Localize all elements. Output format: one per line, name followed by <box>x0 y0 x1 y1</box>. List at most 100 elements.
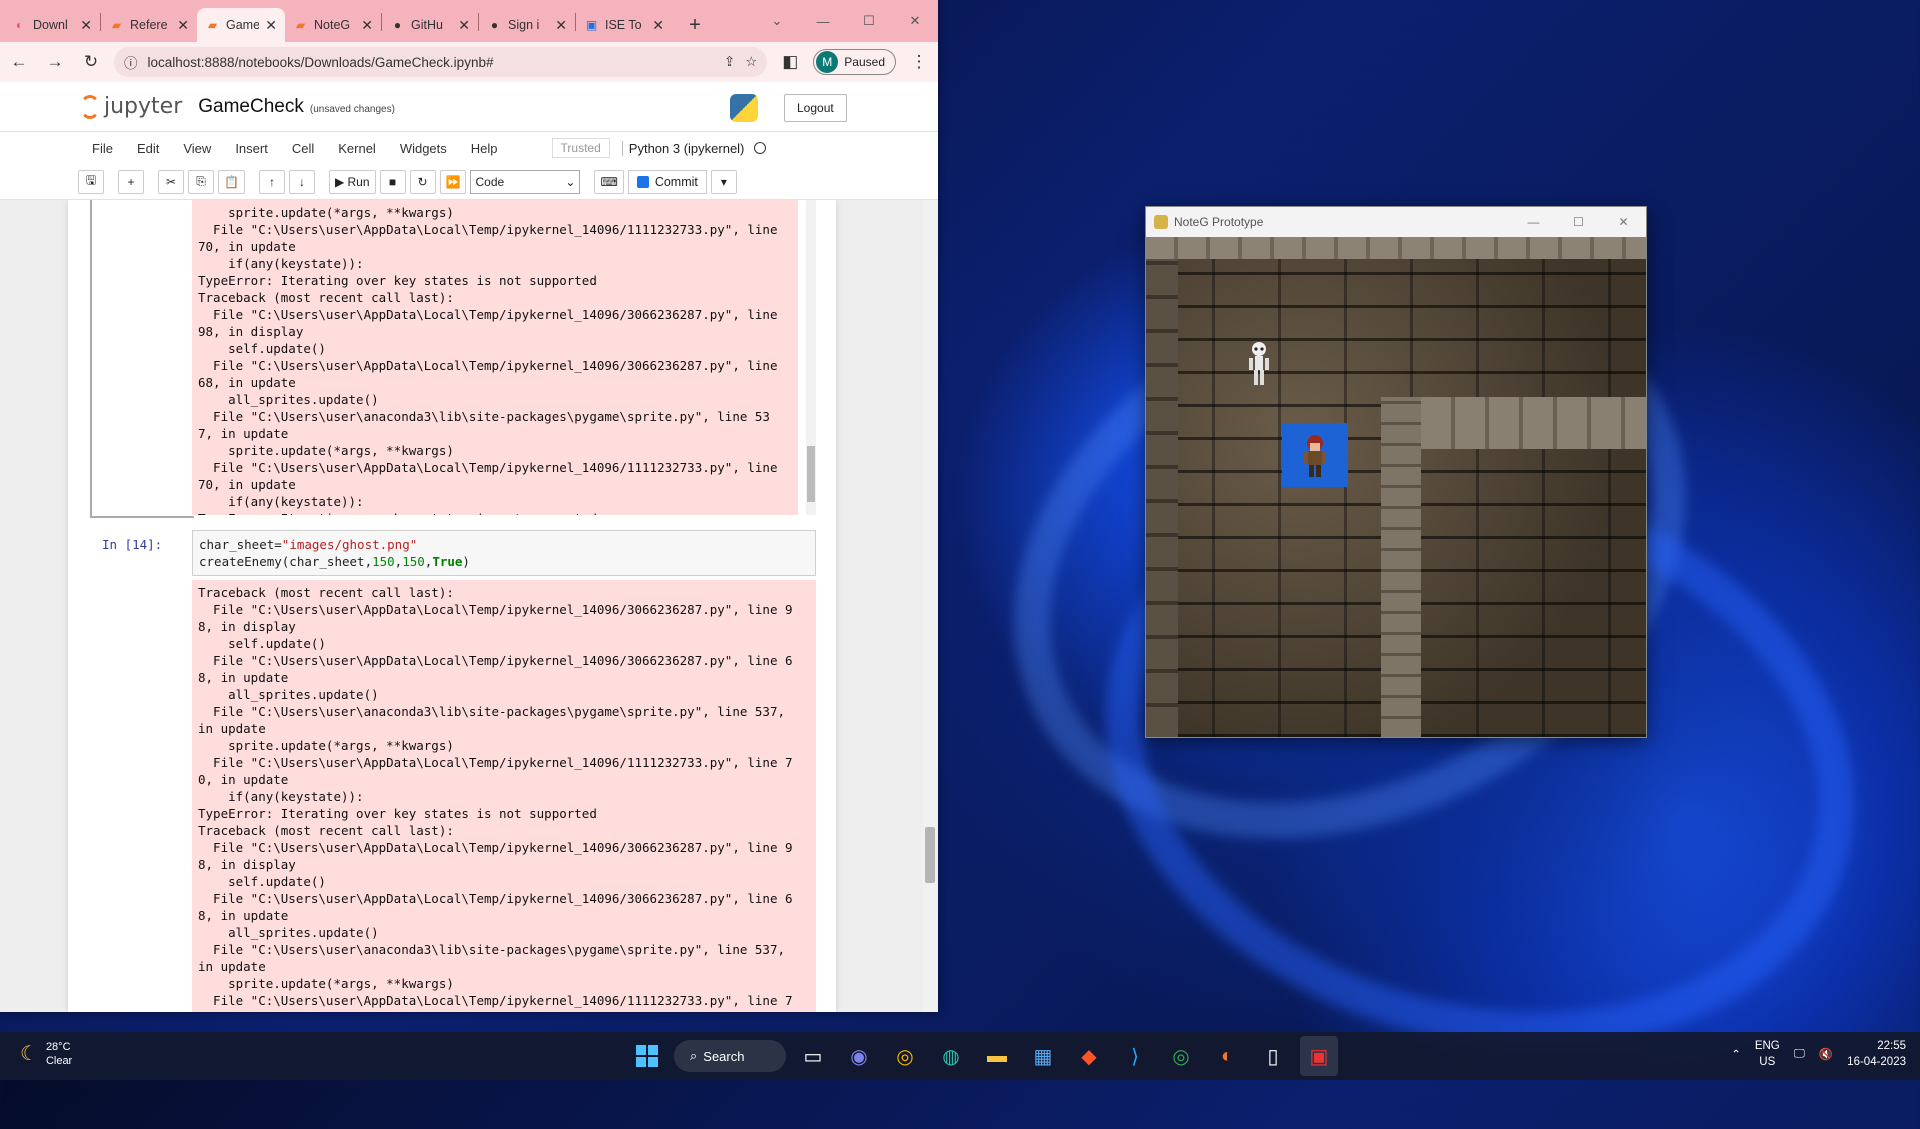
keyboard-icon[interactable]: ⌨ <box>594 169 624 194</box>
close-icon[interactable]: ✕ <box>458 17 470 34</box>
tab-label: NoteG <box>314 18 351 32</box>
game-window: NoteG Prototype — ☐ ✕ <box>1145 206 1647 738</box>
tab-search-icon[interactable]: ⌄ <box>754 0 800 42</box>
stone-wall-left <box>1146 259 1178 737</box>
move-down-icon[interactable]: ↓ <box>288 169 315 194</box>
commit-dropdown-icon[interactable]: ▾ <box>710 169 737 194</box>
teams-chat-icon[interactable]: ◉ <box>840 1036 878 1076</box>
tab-reference[interactable]: ▰ Refere ✕ <box>101 8 197 42</box>
pygame-taskbar-icon[interactable]: ▣ <box>1300 1036 1338 1076</box>
paste-icon[interactable]: 📋 <box>218 169 245 194</box>
url-text[interactable]: localhost:8888/notebooks/Downloads/GameC… <box>148 55 714 70</box>
tab-sign-in[interactable]: ● Sign i ✕ <box>479 8 575 42</box>
back-icon[interactable]: ← <box>6 49 32 75</box>
notebook-name[interactable]: GameCheck <box>198 96 304 118</box>
scrollbar-thumb[interactable] <box>807 446 815 502</box>
tab-github[interactable]: ● GitHu ✕ <box>382 8 478 42</box>
scrollbar-thumb[interactable] <box>925 827 935 883</box>
menu-view[interactable]: View <box>171 132 223 164</box>
side-panel-icon[interactable]: ◧ <box>777 49 803 75</box>
chevron-up-icon[interactable]: ⌃ <box>1731 1047 1741 1061</box>
more-menu-icon[interactable]: ⋮ <box>906 49 932 75</box>
clock[interactable]: 22:55 16-04-2023 <box>1847 1038 1906 1070</box>
chevron-down-icon: ⌄ <box>565 174 576 189</box>
interrupt-icon[interactable]: ■ <box>379 169 406 194</box>
menu-cell[interactable]: Cell <box>280 132 326 164</box>
brave-icon[interactable]: ◆ <box>1070 1036 1108 1076</box>
code-cell-input[interactable]: char_sheet="images/ghost.png" createEnem… <box>192 530 816 576</box>
maximize-icon[interactable]: ☐ <box>1556 207 1601 237</box>
close-window-icon[interactable]: ✕ <box>892 0 938 42</box>
task-view-icon[interactable]: ▭ <box>794 1036 832 1076</box>
address-bar[interactable]: ⓘ localhost:8888/notebooks/Downloads/Gam… <box>114 47 768 77</box>
new-tab-button[interactable]: + <box>680 10 710 40</box>
bookmark-star-icon[interactable]: ☆ <box>745 54 757 70</box>
close-icon[interactable]: ✕ <box>80 17 92 34</box>
start-button[interactable] <box>628 1036 666 1076</box>
menu-insert[interactable]: Insert <box>223 132 280 164</box>
cell-type-select[interactable]: Code ⌄ <box>470 169 581 194</box>
menu-widgets[interactable]: Widgets <box>388 132 459 164</box>
menu-help[interactable]: Help <box>459 132 510 164</box>
chrome-profile-icon[interactable]: ◎ <box>1162 1036 1200 1076</box>
github-icon: ● <box>490 18 499 32</box>
notepad-icon[interactable]: ▯ <box>1254 1036 1292 1076</box>
player-character <box>1304 435 1326 477</box>
menu-edit[interactable]: Edit <box>125 132 171 164</box>
jupyter-logo[interactable]: jupyter <box>80 94 182 119</box>
trusted-badge[interactable]: Trusted <box>551 138 610 158</box>
commit-button[interactable]: Commit <box>627 169 707 194</box>
game-titlebar[interactable]: NoteG Prototype — ☐ ✕ <box>1146 207 1646 237</box>
run-button[interactable]: ▶ Run <box>328 169 376 194</box>
maximize-icon[interactable]: ☐ <box>846 0 892 42</box>
store-icon[interactable]: ▦ <box>1024 1036 1062 1076</box>
close-icon[interactable]: ✕ <box>177 17 189 34</box>
menu-file[interactable]: File <box>80 132 125 164</box>
close-icon[interactable]: ✕ <box>555 17 567 34</box>
commit-icon <box>636 175 649 188</box>
close-icon[interactable]: ✕ <box>1601 207 1646 237</box>
minimize-icon[interactable]: — <box>1511 207 1556 237</box>
info-icon[interactable]: ⓘ <box>124 52 138 72</box>
tab-downloads[interactable]: ◐ Downl ✕ <box>4 8 100 42</box>
game-canvas[interactable] <box>1146 237 1646 737</box>
kernel-status-icon <box>754 142 767 154</box>
window-controls: ⌄ — ☐ ✕ <box>754 0 938 42</box>
game-window-controls: — ☐ ✕ <box>1511 207 1646 237</box>
save-icon[interactable]: 🖫 <box>78 169 104 194</box>
menu-kernel[interactable]: Kernel <box>326 132 388 164</box>
network-icon[interactable]: 🖵 <box>1794 1048 1805 1061</box>
vscode-icon[interactable]: ⟩ <box>1116 1036 1154 1076</box>
copy-icon[interactable]: ⎘ <box>188 169 214 194</box>
move-up-icon[interactable]: ↑ <box>258 169 285 194</box>
profile-button[interactable]: M Paused <box>813 49 896 75</box>
tab-label: Refere <box>130 18 168 32</box>
output-scrollbar[interactable] <box>806 200 816 515</box>
restart-icon[interactable]: ↻ <box>409 169 436 194</box>
reload-icon[interactable]: ↻ <box>78 49 104 75</box>
restart-run-all-icon[interactable]: ⏩ <box>439 169 467 194</box>
logout-button[interactable]: Logout <box>784 94 847 122</box>
close-icon[interactable]: ✕ <box>361 17 373 34</box>
cut-icon[interactable]: ✂ <box>158 169 184 194</box>
forward-icon[interactable]: → <box>42 49 68 75</box>
minimize-icon[interactable]: — <box>800 0 846 42</box>
insert-cell-icon[interactable]: + <box>118 169 144 194</box>
close-icon[interactable]: ✕ <box>652 17 664 34</box>
tab-gamecheck[interactable]: ▰ Game ✕ <box>197 8 285 42</box>
file-explorer-icon[interactable]: ▬ <box>978 1036 1016 1076</box>
taskbar-search[interactable]: ⌕ Search <box>674 1040 786 1072</box>
tab-ise[interactable]: ▣ ISE To ✕ <box>576 8 672 42</box>
skeleton-enemy-sprite <box>1249 342 1269 385</box>
chrome-icon[interactable]: ◎ <box>886 1036 924 1076</box>
volume-muted-icon[interactable]: 🔇 <box>1819 1047 1833 1061</box>
weather-widget[interactable]: ☾ 28°C Clear <box>20 1040 72 1068</box>
clock-date: 16-04-2023 <box>1847 1056 1906 1068</box>
edge-icon[interactable]: ◍ <box>932 1036 970 1076</box>
tab-noteg[interactable]: ▰ NoteG ✕ <box>285 8 381 42</box>
page-scrollbar[interactable] <box>922 200 938 1012</box>
close-icon[interactable]: ✕ <box>265 17 277 34</box>
language-indicator[interactable]: ENG US <box>1755 1038 1780 1070</box>
jupyter-taskbar-icon[interactable]: ◐ <box>1208 1036 1246 1076</box>
share-icon[interactable]: ⇪ <box>724 54 735 70</box>
